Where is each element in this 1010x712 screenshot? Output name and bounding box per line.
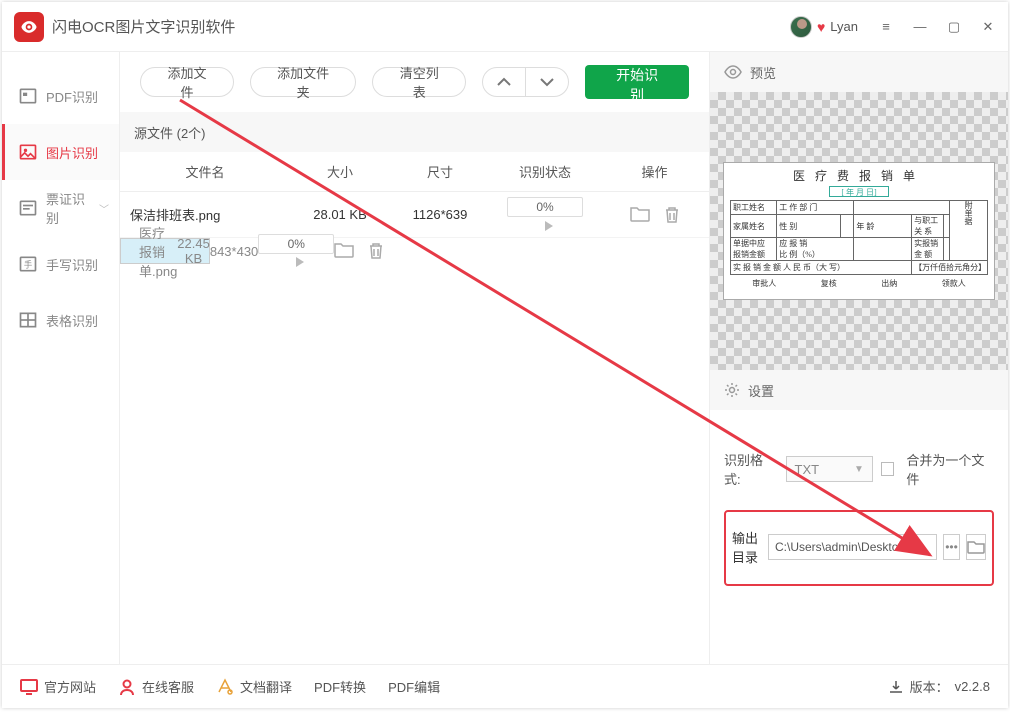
headset-icon xyxy=(118,678,136,696)
username[interactable]: Lyan xyxy=(830,19,858,34)
move-down-button[interactable] xyxy=(525,67,569,97)
open-folder-icon[interactable] xyxy=(334,242,354,260)
col-filename: 文件名 xyxy=(120,162,290,181)
output-dir-input[interactable] xyxy=(768,534,937,560)
clear-list-button[interactable]: 清空列表 xyxy=(372,67,466,97)
maximize-button[interactable]: ▢ xyxy=(946,19,962,35)
svg-text:手: 手 xyxy=(24,259,32,269)
pdf-convert-link[interactable]: PDF转换 xyxy=(314,677,366,696)
sidebar-item-label: 表格识别 xyxy=(46,311,98,330)
col-size: 大小 xyxy=(290,162,390,181)
handwrite-icon: 手 xyxy=(18,254,38,274)
open-dir-button[interactable] xyxy=(966,534,986,560)
merge-label: 合并为一个文件 xyxy=(906,450,994,488)
close-button[interactable]: ✕ xyxy=(980,19,996,35)
translate-icon xyxy=(216,678,234,696)
table-row[interactable]: 保洁排班表.png 28.01 KB 1126*639 0% xyxy=(120,192,709,238)
pdf-icon xyxy=(18,86,38,106)
play-icon[interactable] xyxy=(545,221,553,231)
merge-checkbox[interactable] xyxy=(881,462,895,476)
move-up-button[interactable] xyxy=(482,67,526,97)
file-dim: 843*430 xyxy=(210,244,258,259)
file-size: 22.45 KB xyxy=(177,236,210,266)
delete-icon[interactable] xyxy=(664,206,680,224)
sidebar-item-pdf[interactable]: PDF识别 xyxy=(2,68,119,124)
file-name: 医疗报销单.png xyxy=(129,223,177,280)
format-label: 识别格式: xyxy=(724,450,778,488)
file-dim: 1126*639 xyxy=(390,207,490,222)
settings-title: 设置 xyxy=(748,381,774,400)
doc-translate-link[interactable]: 文档翻译 xyxy=(216,677,292,696)
document-preview: 医疗费报销单 [ 年 月 日] 职工姓名工 作 部 门附单据 家属姓名性 别年 … xyxy=(723,162,995,300)
sidebar-item-label: 票证识别 xyxy=(46,189,91,227)
outdir-label: 输出目录 xyxy=(732,528,762,566)
minimize-button[interactable]: — xyxy=(912,19,928,35)
file-size: 28.01 KB xyxy=(290,207,390,222)
pdf-edit-link[interactable]: PDF编辑 xyxy=(388,677,440,696)
chevron-down-icon: ▼ xyxy=(854,464,864,475)
ticket-icon xyxy=(18,198,38,218)
sidebar-item-label: PDF识别 xyxy=(46,87,98,106)
vip-icon: ♥ xyxy=(817,19,825,35)
format-select[interactable]: TXT ▼ xyxy=(786,456,873,482)
image-icon xyxy=(18,142,38,162)
source-header: 源文件 (2个) xyxy=(120,112,709,152)
chevron-down-icon: ﹀ xyxy=(99,201,109,216)
grid-icon xyxy=(18,310,38,330)
menu-button[interactable]: ≡ xyxy=(878,19,894,35)
delete-icon[interactable] xyxy=(368,242,384,260)
sidebar-item-ticket[interactable]: 票证识别 ﹀ xyxy=(2,180,119,236)
app-logo xyxy=(14,12,44,42)
play-icon[interactable] xyxy=(296,257,304,267)
version-label: 版本： xyxy=(910,677,949,696)
col-dim: 尺寸 xyxy=(390,162,490,181)
preview-area: 医疗费报销单 [ 年 月 日] 职工姓名工 作 部 门附单据 家属姓名性 别年 … xyxy=(710,92,1008,370)
table-row[interactable]: 医疗报销单.png 22.45 KB 843*430 0% xyxy=(120,238,210,264)
preview-title: 预览 xyxy=(750,63,776,82)
col-op: 操作 xyxy=(600,162,709,181)
gear-icon xyxy=(724,382,740,398)
sidebar-item-table[interactable]: 表格识别 xyxy=(2,292,119,348)
monitor-icon xyxy=(20,678,38,696)
output-dir-highlight: 输出目录 ••• xyxy=(724,510,994,586)
customer-service-link[interactable]: 在线客服 xyxy=(118,677,194,696)
browse-button[interactable]: ••• xyxy=(943,534,960,560)
file-name: 保洁排班表.png xyxy=(120,205,290,224)
official-site-link[interactable]: 官方网站 xyxy=(20,677,96,696)
sidebar-item-label: 手写识别 xyxy=(46,255,98,274)
sidebar-item-handwrite[interactable]: 手 手写识别 xyxy=(2,236,119,292)
add-file-button[interactable]: 添加文件 xyxy=(140,67,234,97)
open-folder-icon[interactable] xyxy=(630,206,650,224)
avatar[interactable] xyxy=(790,16,812,38)
start-recognize-button[interactable]: 开始识别 xyxy=(585,65,689,99)
version-value: v2.2.8 xyxy=(955,679,990,694)
sidebar-item-label: 图片识别 xyxy=(46,143,98,162)
app-title: 闪电OCR图片文字识别软件 xyxy=(52,16,790,37)
progress: 0% xyxy=(507,197,583,217)
col-status: 识别状态 xyxy=(490,162,600,181)
eye-icon xyxy=(724,65,742,79)
sidebar-item-image[interactable]: 图片识别 xyxy=(2,124,119,180)
progress: 0% xyxy=(258,234,334,254)
add-folder-button[interactable]: 添加文件夹 xyxy=(250,67,356,97)
download-icon[interactable] xyxy=(888,679,904,695)
